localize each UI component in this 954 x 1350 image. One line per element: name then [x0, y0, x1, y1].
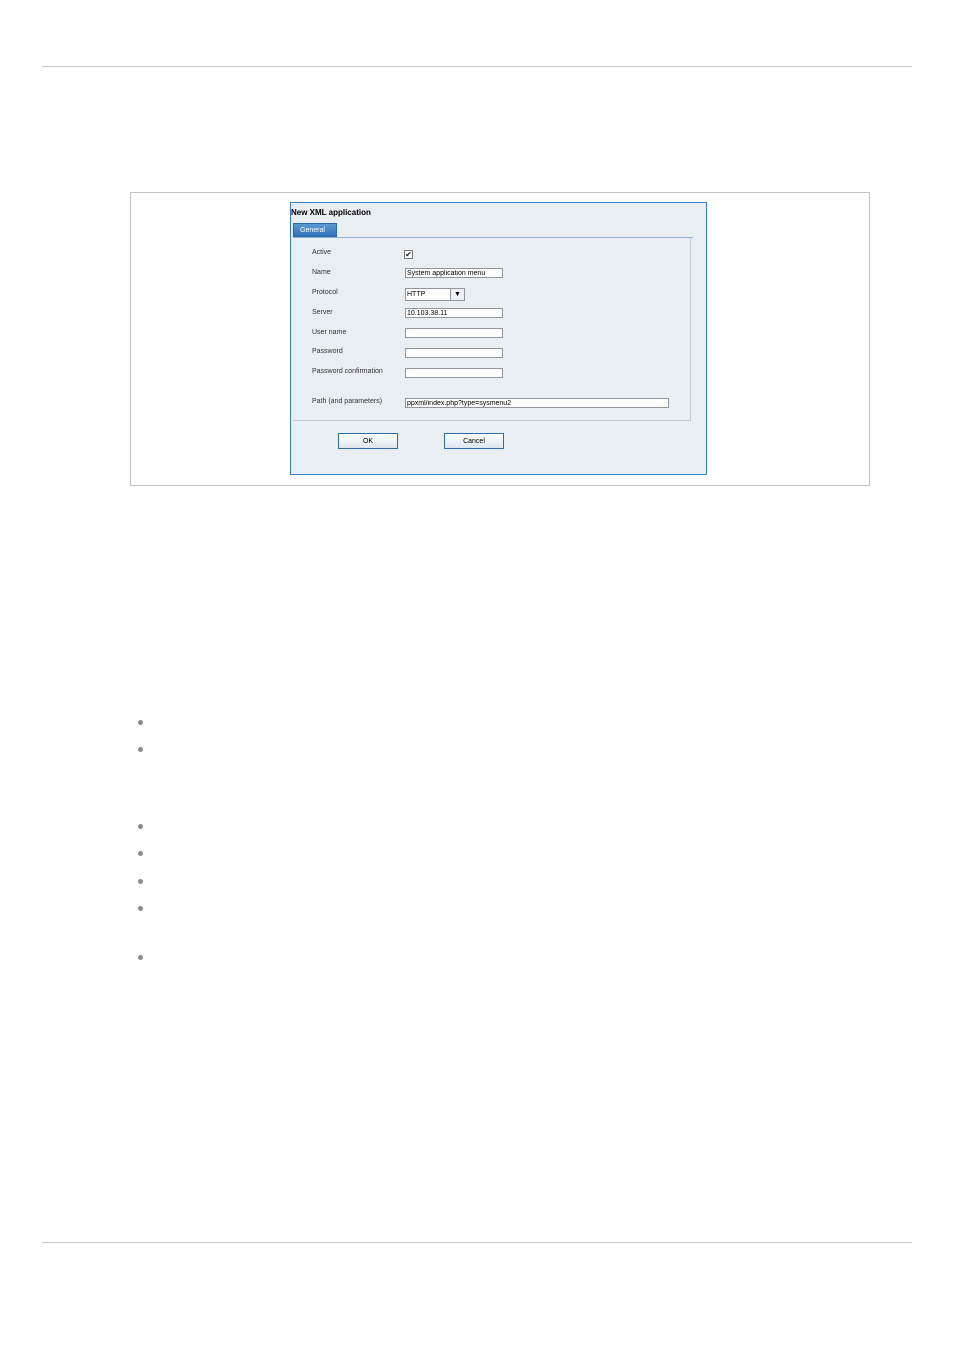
bullet-icon — [138, 879, 143, 884]
bullet-icon — [138, 906, 143, 911]
footer-rule — [42, 1242, 912, 1243]
password-input[interactable] — [405, 348, 503, 358]
protocol-value: HTTP — [407, 291, 426, 298]
chevron-down-icon[interactable]: ▼ — [450, 289, 464, 300]
dialog-title: New XML application — [291, 208, 371, 217]
bullet-icon — [138, 747, 143, 752]
bullet-icon — [138, 720, 143, 725]
server-label: Server — [312, 309, 333, 316]
bullet-icon — [138, 851, 143, 856]
protocol-select[interactable]: HTTP ▼ — [405, 288, 465, 301]
name-input[interactable] — [405, 268, 503, 278]
username-label: User name — [312, 329, 347, 336]
active-label: Active — [312, 249, 332, 256]
username-input[interactable] — [405, 328, 503, 338]
password-confirmation-input[interactable] — [405, 368, 503, 378]
password-label: Password — [312, 348, 343, 355]
new-xml-application-dialog: New XML application General Active ✔ Nam… — [290, 202, 707, 475]
tab-general[interactable]: General — [293, 223, 337, 237]
ok-button[interactable]: OK — [338, 433, 398, 449]
cancel-button[interactable]: Cancel — [444, 433, 504, 449]
path-label: Path (and parameters) — [312, 398, 383, 405]
header-rule — [42, 66, 912, 67]
path-input[interactable] — [405, 398, 669, 408]
server-input[interactable] — [405, 308, 503, 318]
password-confirmation-label: Password confirmation — [312, 368, 383, 375]
check-icon: ✔ — [405, 250, 412, 259]
protocol-label: Protocol — [312, 289, 338, 296]
bullet-icon — [138, 955, 143, 960]
active-checkbox[interactable]: ✔ — [404, 250, 413, 259]
bullet-icon — [138, 824, 143, 829]
name-label: Name — [312, 269, 331, 276]
